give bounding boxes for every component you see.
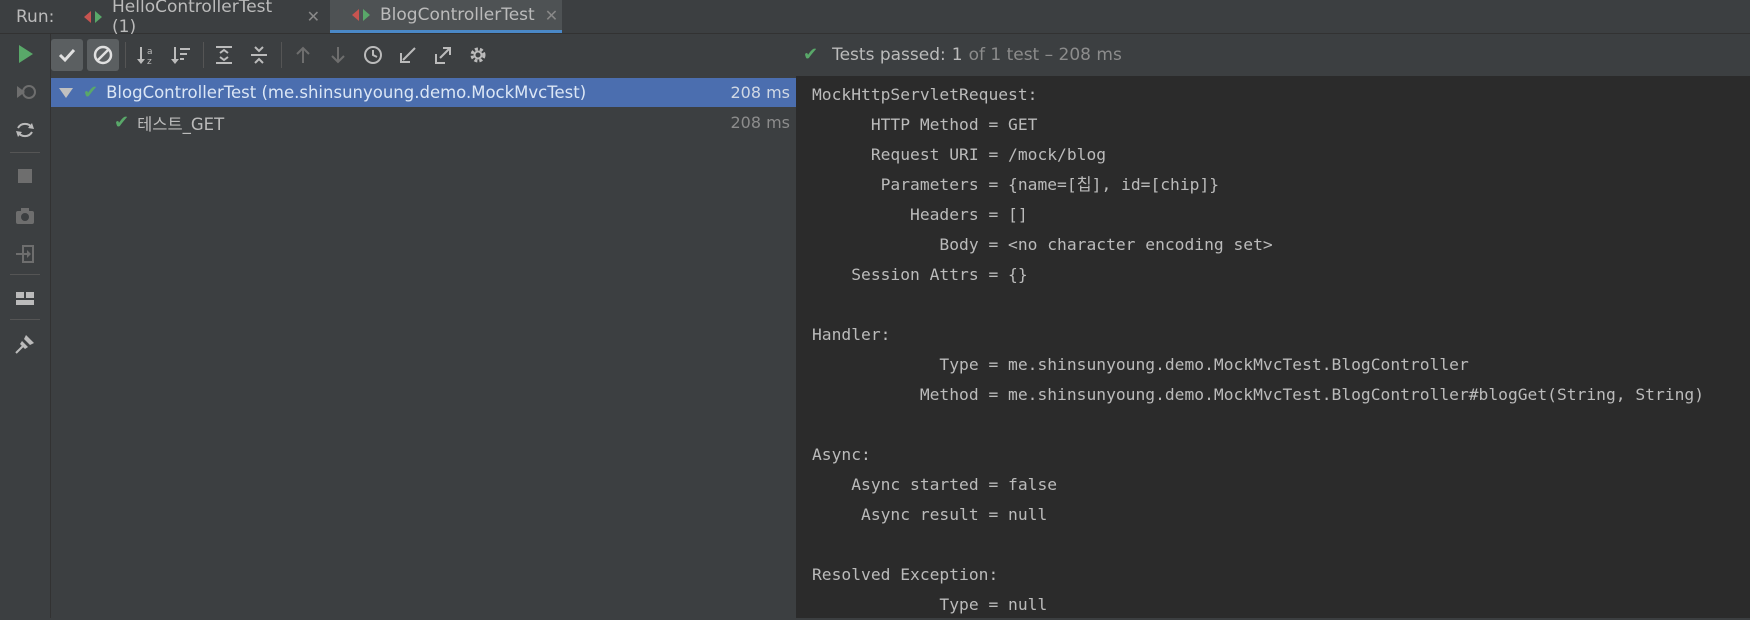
console-line: Type = me.shinsunyoung.demo.MockMvcTest.… — [812, 355, 1469, 374]
show-passed-button[interactable] — [51, 39, 83, 71]
check-icon: ✔ — [114, 112, 130, 133]
console-line: Parameters = {name=[칩], id=[chip]} — [812, 175, 1220, 194]
next-failed-test-icon[interactable] — [322, 39, 354, 71]
gear-icon[interactable] — [462, 39, 494, 71]
test-class-icon — [82, 9, 104, 25]
console-line: Resolved Exception: — [812, 565, 999, 584]
tree-row-root[interactable]: ✔ BlogControllerTest (me.shinsunyoung.de… — [51, 78, 796, 107]
test-status: ✔ Tests passed: 1 of 1 test – 208 ms — [803, 44, 1122, 65]
camera-icon[interactable] — [13, 204, 37, 228]
stop-icon[interactable] — [13, 164, 37, 188]
console-line: Headers = [] — [812, 205, 1028, 224]
tab-hello-controller-test[interactable]: HelloControllerTest (1) ✕ — [80, 0, 320, 37]
previous-failed-test-icon[interactable] — [287, 39, 319, 71]
console-line: Async: — [812, 445, 871, 464]
import-tests-icon[interactable] — [13, 242, 37, 266]
sort-by-duration-icon[interactable] — [165, 39, 197, 71]
tree-row-time: 208 ms — [730, 113, 790, 132]
layout-icon[interactable] — [13, 286, 37, 310]
console-line: Type = null — [812, 595, 1048, 614]
console-line: Session Attrs = {} — [812, 265, 1028, 284]
console-line: Async result = null — [812, 505, 1048, 524]
console-line: MockHttpServletRequest: — [812, 85, 1038, 104]
status-count: 1 — [951, 44, 963, 65]
tab-blog-controller-test[interactable]: BlogControllerTest ✕ — [330, 0, 562, 33]
test-class-icon — [350, 7, 372, 23]
import-test-results-icon[interactable] — [392, 39, 424, 71]
svg-text:z: z — [147, 57, 152, 66]
run-side-toolbar — [0, 34, 51, 618]
console-line: Async started = false — [812, 475, 1058, 494]
collapse-all-icon[interactable] — [243, 39, 275, 71]
expand-all-icon[interactable] — [208, 39, 240, 71]
tree-row-time: 208 ms — [730, 83, 790, 102]
status-passed-label: Tests passed: — [832, 44, 946, 65]
close-icon[interactable]: ✕ — [307, 7, 320, 26]
pin-icon[interactable] — [13, 332, 37, 356]
close-icon[interactable]: ✕ — [545, 6, 558, 25]
console-line: Handler: — [812, 325, 891, 344]
tab-label: HelloControllerTest (1) — [112, 0, 273, 37]
console-line: Method = me.shinsunyoung.demo.MockMvcTes… — [812, 385, 1704, 404]
rerun-icon[interactable] — [13, 42, 37, 66]
run-tab-bar: Run: HelloControllerTest (1) ✕ BlogContr… — [0, 0, 1750, 37]
console-line: Body = <no character encoding set> — [812, 235, 1273, 254]
show-ignored-button[interactable] — [87, 39, 119, 71]
expand-toggle-icon[interactable] — [59, 87, 73, 98]
svg-text:a: a — [147, 47, 153, 57]
console-output[interactable]: MockHttpServletRequest: HTTP Method = GE… — [796, 76, 1750, 618]
test-history-icon[interactable] — [357, 39, 389, 71]
run-label: Run: — [16, 7, 55, 27]
test-toolbar: az — [51, 34, 796, 76]
tree-row-label: BlogControllerTest (me.shinsunyoung.demo… — [106, 83, 587, 102]
toggle-auto-test-icon[interactable] — [13, 118, 37, 142]
export-test-results-icon[interactable] — [427, 39, 459, 71]
sort-alphabetically-icon[interactable]: az — [131, 39, 163, 71]
tree-row-label: 테스트_GET — [137, 114, 225, 134]
check-icon: ✔ — [803, 44, 819, 65]
tab-label: BlogControllerTest — [380, 5, 535, 25]
tree-row-child[interactable]: ✔ 테스트_GET 208 ms — [51, 108, 796, 137]
console-line: HTTP Method = GET — [812, 115, 1038, 134]
status-rest: of 1 test – 208 ms — [968, 44, 1122, 65]
test-tree: ✔ BlogControllerTest (me.shinsunyoung.de… — [51, 76, 796, 618]
rerun-failed-icon[interactable] — [13, 80, 37, 104]
check-icon: ✔ — [83, 82, 99, 103]
console-line: Request URI = /mock/blog — [812, 145, 1107, 164]
